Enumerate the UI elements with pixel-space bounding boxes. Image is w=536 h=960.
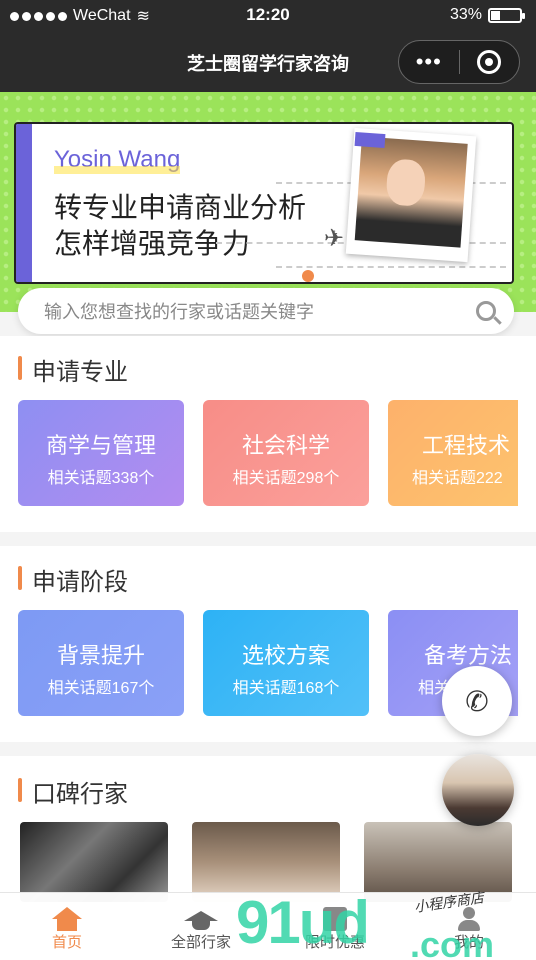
- tile-title: 社会科学: [241, 433, 330, 458]
- expert-card-3[interactable]: [364, 822, 512, 902]
- stage-tile-background[interactable]: 背景提升 相关话题167个: [18, 610, 184, 716]
- tile-count: 相关话题222: [412, 470, 503, 487]
- section-title: 申请阶段: [18, 562, 128, 597]
- battery-icon: [488, 7, 525, 23]
- tile-count: 相关话题298个: [232, 470, 340, 487]
- mini-program-capsule: •••: [398, 40, 520, 84]
- watermark-domain: .com: [410, 924, 495, 960]
- more-menu-button[interactable]: •••: [399, 40, 459, 84]
- call-button[interactable]: ✆: [442, 666, 512, 736]
- majors-section: 申请专业 商学与管理 相关话题338个 社会科学 相关话题298个 工程技术 相…: [0, 336, 536, 532]
- expert-card-1[interactable]: [20, 822, 168, 902]
- major-tile-business[interactable]: 商学与管理 相关话题338个: [18, 400, 184, 506]
- tape-decoration: [354, 131, 386, 149]
- banner-expert-name: Yosin Wang: [54, 146, 181, 174]
- tab-label: 首页: [51, 934, 82, 951]
- carousel-dot-active: [302, 270, 314, 282]
- search-input[interactable]: 输入您想查找的行家或话题关键字: [18, 288, 514, 334]
- section-title: 申请专业: [18, 352, 128, 387]
- graduation-cap-icon: [184, 909, 218, 931]
- expert-photo: [345, 127, 477, 263]
- tile-title: 选校方案: [241, 643, 330, 668]
- search-icon[interactable]: [476, 301, 496, 321]
- home-icon: [52, 907, 82, 931]
- phone-icon: ✆: [465, 685, 489, 717]
- battery-percent: 33%: [449, 6, 482, 23]
- tile-title: 商学与管理: [45, 433, 156, 458]
- top-bar: WeChat ≋ 12:20 33% 芝士圈留学行家咨询 •••: [0, 0, 536, 92]
- tile-title: 备考方法: [424, 643, 513, 668]
- dashed-line: [276, 266, 506, 268]
- carousel-dot: [262, 270, 274, 282]
- major-tile-engineering[interactable]: 工程技术 相关话题222: [388, 400, 518, 506]
- tile-title: 工程技术: [422, 433, 511, 458]
- target-icon: [477, 50, 502, 74]
- banner-headline-1: 转专业申请商业分析: [54, 192, 307, 223]
- tile-title: 背景提升: [56, 643, 145, 668]
- advisor-avatar-button[interactable]: [442, 754, 514, 826]
- stage-tile-school-plan[interactable]: 选校方案 相关话题168个: [203, 610, 369, 716]
- tile-count: 相关话题168个: [232, 680, 340, 697]
- major-tile-social-science[interactable]: 社会科学 相关话题298个: [203, 400, 369, 506]
- paper-plane-icon: ✈: [324, 225, 345, 252]
- close-mini-program-button[interactable]: [459, 50, 519, 74]
- search-placeholder: 输入您想查找的行家或话题关键字: [44, 302, 314, 322]
- watermark-logo: 91ud: [236, 889, 370, 956]
- status-bar: WeChat ≋ 12:20 33%: [0, 0, 536, 32]
- carousel-dot: [222, 270, 234, 282]
- tile-count: 相关话题338个: [47, 470, 155, 487]
- carousel-indicator: [0, 270, 536, 282]
- tab-home[interactable]: 首页: [0, 893, 134, 960]
- tile-count: 相关话题167个: [47, 680, 155, 697]
- section-title: 口碑行家: [18, 774, 128, 809]
- promo-banner[interactable]: Yosin Wang 转专业申请商业分析 怎样增强竞争力 ✈: [0, 92, 536, 312]
